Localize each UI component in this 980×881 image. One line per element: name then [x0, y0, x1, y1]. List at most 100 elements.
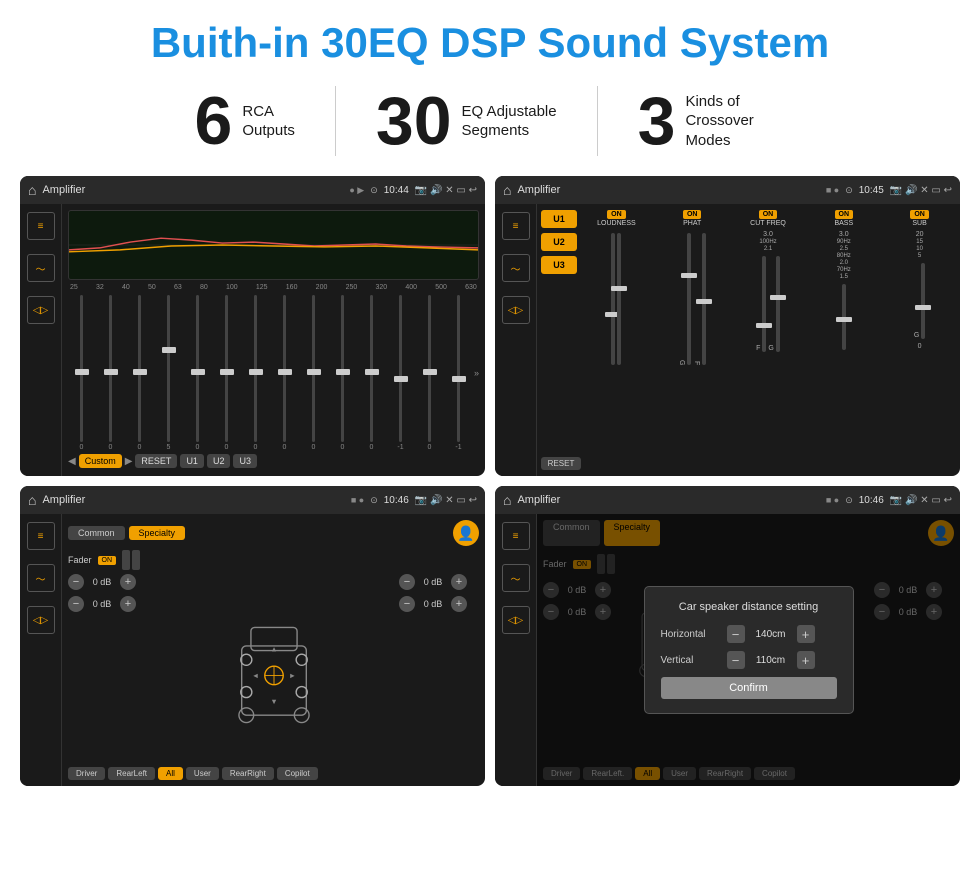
u2-btn[interactable]: U2 — [207, 454, 231, 468]
eq-freq-labels: 25 32 40 50 63 80 100 125 160 200 250 32… — [68, 284, 479, 291]
eq-slider-1: 0 — [97, 295, 124, 451]
freq-80: 80 — [200, 284, 208, 291]
fader-on[interactable]: ON — [98, 556, 117, 565]
db-plus-1[interactable]: + — [120, 574, 136, 590]
horizontal-plus[interactable]: + — [797, 625, 815, 643]
db-plus-4[interactable]: + — [451, 596, 467, 612]
eq-equalizer-icon[interactable]: ≡ — [27, 212, 55, 240]
more-icon[interactable]: » — [474, 368, 479, 378]
eq-wave-icon[interactable]: 〜 — [27, 254, 55, 282]
amp-preset-col: U1 U2 U3 RESET — [541, 210, 577, 470]
u3-preset[interactable]: U3 — [541, 256, 577, 274]
crossover-screen: ⌂ Amplifier ■ ● ⊙ 10:46 📷 🔊 ✕ ▭ ↩ ≡ 〜 ◁▷… — [20, 486, 485, 786]
eq-speaker-icon[interactable]: ◁▷ — [27, 296, 55, 324]
amp-wave-icon[interactable]: 〜 — [502, 254, 530, 282]
horizontal-row: Horizontal − 140cm + — [661, 625, 837, 643]
stat-eq-label: EQ AdjustableSegments — [462, 102, 557, 141]
reset-btn[interactable]: RESET — [135, 454, 177, 468]
stat-rca-number: 6 — [195, 87, 233, 155]
u2-preset[interactable]: U2 — [541, 233, 577, 251]
amp-sidebar: ≡ 〜 ◁▷ — [495, 204, 537, 476]
freq-160: 160 — [286, 284, 298, 291]
all-btn[interactable]: All — [158, 767, 183, 780]
dist-speaker-icon[interactable]: ◁▷ — [502, 606, 530, 634]
user-btn[interactable]: User — [186, 767, 219, 780]
vertical-plus[interactable]: + — [797, 651, 815, 669]
specialty-tab[interactable]: Specialty — [129, 526, 186, 540]
db-val-3: 0 dB — [418, 577, 448, 587]
driver-btn[interactable]: Driver — [68, 767, 105, 780]
home-icon-4[interactable]: ⌂ — [503, 492, 511, 508]
u1-preset[interactable]: U1 — [541, 210, 577, 228]
stat-rca-label: RCAOutputs — [242, 102, 295, 141]
cross-sidebar: ≡ 〜 ◁▷ — [20, 514, 62, 786]
db-minus-1[interactable]: − — [68, 574, 84, 590]
dist-wave-icon[interactable]: 〜 — [502, 564, 530, 592]
amp-reset-btn[interactable]: RESET — [541, 457, 581, 470]
screen-bar-1: ⌂ Amplifier ● ▶ ⊙ 10:44 📷 🔊 ✕ ▭ ↩ — [20, 176, 485, 204]
eq-screen: ⌂ Amplifier ● ▶ ⊙ 10:44 📷 🔊 ✕ ▭ ↩ ≡ 〜 ◁▷ — [20, 176, 485, 476]
crossover-content: ≡ 〜 ◁▷ Common Specialty 👤 Fader ON — [20, 514, 485, 786]
freq-400: 400 — [405, 284, 417, 291]
screen-time-1: 10:44 — [384, 185, 409, 196]
screen-time-2: 10:45 — [859, 185, 884, 196]
cross-wave-icon[interactable]: 〜 — [27, 564, 55, 592]
u3-btn[interactable]: U3 — [233, 454, 257, 468]
rearleft-btn[interactable]: RearLeft — [108, 767, 155, 780]
copilot-btn[interactable]: Copilot — [277, 767, 318, 780]
eq-main: 25 32 40 50 63 80 100 125 160 200 250 32… — [62, 204, 485, 476]
stat-rca: 6 RCAOutputs — [155, 87, 335, 155]
db-minus-3[interactable]: − — [399, 574, 415, 590]
db-minus-4[interactable]: − — [399, 596, 415, 612]
amp-screen: ⌂ Amplifier ■ ● ⊙ 10:45 📷 🔊 ✕ ▭ ↩ ≡ 〜 ◁▷… — [495, 176, 960, 476]
amp-equalizer-icon[interactable]: ≡ — [502, 212, 530, 240]
db-plus-2[interactable]: + — [120, 596, 136, 612]
cross-bottom-btns: Driver RearLeft All User RearRight Copil… — [68, 767, 479, 780]
person-icon[interactable]: 👤 — [453, 520, 479, 546]
confirm-button[interactable]: Confirm — [661, 677, 837, 699]
cross-body: − 0 dB + − 0 dB + — [68, 574, 479, 763]
home-icon-2[interactable]: ⌂ — [503, 182, 511, 198]
cross-speaker-icon[interactable]: ◁▷ — [27, 606, 55, 634]
horizontal-minus[interactable]: − — [727, 625, 745, 643]
dist-main: Common Specialty 👤 Fader ON − 0 dB — [537, 514, 960, 786]
dist-content: ≡ 〜 ◁▷ Common Specialty 👤 Fader ON — [495, 514, 960, 786]
screen-title-2: Amplifier — [517, 184, 819, 196]
amp-speaker-icon[interactable]: ◁▷ — [502, 296, 530, 324]
home-icon-1[interactable]: ⌂ — [28, 182, 36, 198]
next-icon[interactable]: ▶ — [125, 456, 133, 467]
custom-preset-btn[interactable]: Custom — [79, 454, 122, 468]
dist-screen: ⌂ Amplifier ■ ● ⊙ 10:46 📷 🔊 ✕ ▭ ↩ ≡ 〜 ◁▷… — [495, 486, 960, 786]
freq-40: 40 — [122, 284, 130, 291]
cross-db-row-3: − 0 dB + — [399, 574, 479, 590]
stats-row: 6 RCAOutputs 30 EQ AdjustableSegments 3 … — [0, 76, 980, 171]
stat-crossover-label: Kinds ofCrossover Modes — [685, 92, 785, 151]
bass-channel: ON BASS 3.0 90Hz 2.5 80Hz 2.0 70Hz 1.5 — [807, 210, 880, 470]
eq-slider-13: -1 — [445, 295, 472, 451]
eq-slider-6: 0 — [242, 295, 269, 451]
amp-main: U1 U2 U3 RESET ON LOUDNESS — [537, 204, 960, 476]
screen-time-3: 10:46 — [384, 495, 409, 506]
home-icon-3[interactable]: ⌂ — [28, 492, 36, 508]
eq-sliders-area: 0 0 0 5 0 0 0 0 0 0 0 -1 0 -1 » — [68, 295, 479, 451]
db-minus-2[interactable]: − — [68, 596, 84, 612]
svg-text:▲: ▲ — [270, 644, 277, 653]
common-tab[interactable]: Common — [68, 526, 125, 540]
vertical-minus[interactable]: − — [727, 651, 745, 669]
prev-icon[interactable]: ◀ — [68, 456, 76, 467]
dist-eq-icon[interactable]: ≡ — [502, 522, 530, 550]
freq-200: 200 — [316, 284, 328, 291]
screen-title-3: Amplifier — [42, 494, 344, 506]
eq-graph — [68, 210, 479, 280]
u1-btn[interactable]: U1 — [180, 454, 204, 468]
screens-grid: ⌂ Amplifier ● ▶ ⊙ 10:44 📷 🔊 ✕ ▭ ↩ ≡ 〜 ◁▷ — [0, 171, 980, 796]
cross-eq-icon[interactable]: ≡ — [27, 522, 55, 550]
freq-125: 125 — [256, 284, 268, 291]
eq-bottom-bar: ◀ Custom ▶ RESET U1 U2 U3 — [68, 451, 479, 470]
stat-crossover-number: 3 — [638, 87, 676, 155]
cross-db-row-1: − 0 dB + — [68, 574, 148, 590]
amp-channels: ON LOUDNESS ON PHAT — [580, 210, 956, 470]
cross-right-controls: − 0 dB + − 0 dB + — [399, 574, 479, 763]
db-plus-3[interactable]: + — [451, 574, 467, 590]
rearright-btn[interactable]: RearRight — [222, 767, 274, 780]
